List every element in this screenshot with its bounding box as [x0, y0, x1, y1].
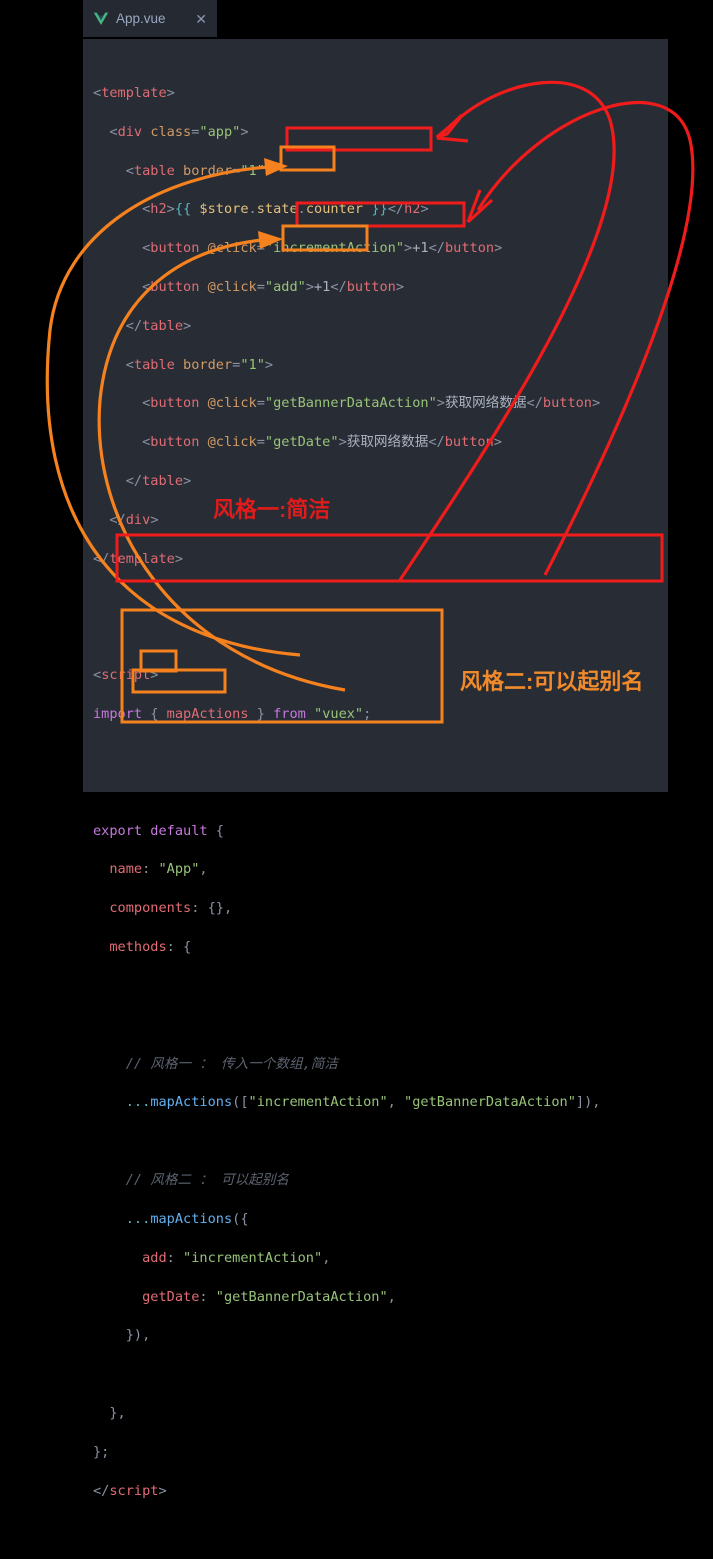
- close-icon[interactable]: ✕: [195, 12, 207, 26]
- tab-app-vue[interactable]: App.vue ✕: [83, 0, 217, 37]
- code-line: <h2>{{ $store.state.counter }}</h2>: [142, 201, 429, 218]
- code-line: </div>: [109, 511, 159, 528]
- tab-title: App.vue: [116, 11, 166, 26]
- code-line: <table border="1">: [125, 356, 274, 373]
- code-line: };: [93, 1443, 110, 1460]
- code-line: <button @click="getBannerDataAction">获取网…: [142, 395, 601, 412]
- code-line: </table>: [125, 473, 192, 490]
- code-line: }),: [125, 1327, 151, 1344]
- code-line: </script>: [93, 1482, 167, 1499]
- code-line: components: {},: [109, 900, 233, 917]
- code-line: name: "App",: [109, 861, 208, 878]
- code-line: </table>: [125, 317, 192, 334]
- code-content: <template> <div class="app"> <table bord…: [93, 45, 713, 1559]
- code-line: // 风格一 ： 传入一个数组,简洁: [125, 1055, 338, 1072]
- code-line: },: [109, 1405, 126, 1421]
- code-line: import { mapActions } from "vuex";: [93, 706, 372, 723]
- code-line: // 风格二 ： 可以起别名: [125, 1172, 290, 1189]
- code-line: ...mapActions({: [125, 1210, 249, 1227]
- code-line: export default {: [93, 822, 224, 839]
- code-line: </template>: [93, 550, 184, 567]
- code-line: <button @click="incrementAction">+1</but…: [142, 240, 503, 257]
- tab-bar: App.vue ✕: [83, 0, 713, 37]
- vue-logo-icon: [93, 12, 109, 25]
- code-line: <template>: [93, 84, 175, 101]
- annotation-label-style-two: 风格二:可以起别名: [460, 669, 644, 694]
- code-line: <table border="1">: [125, 162, 274, 179]
- code-line: <div class="app">: [109, 123, 249, 140]
- code-line: methods: {: [109, 939, 192, 956]
- code-line: <button @click="add">+1</button>: [142, 278, 405, 295]
- code-line: add: "incrementAction",: [142, 1249, 331, 1266]
- annotation-label-style-one: 风格一:简洁: [213, 497, 331, 522]
- code-line: ...mapActions(["incrementAction", "getBa…: [125, 1094, 601, 1111]
- code-line: <button @click="getDate">获取网络数据</button>: [142, 434, 502, 451]
- code-line: getDate: "getBannerDataAction",: [142, 1288, 396, 1305]
